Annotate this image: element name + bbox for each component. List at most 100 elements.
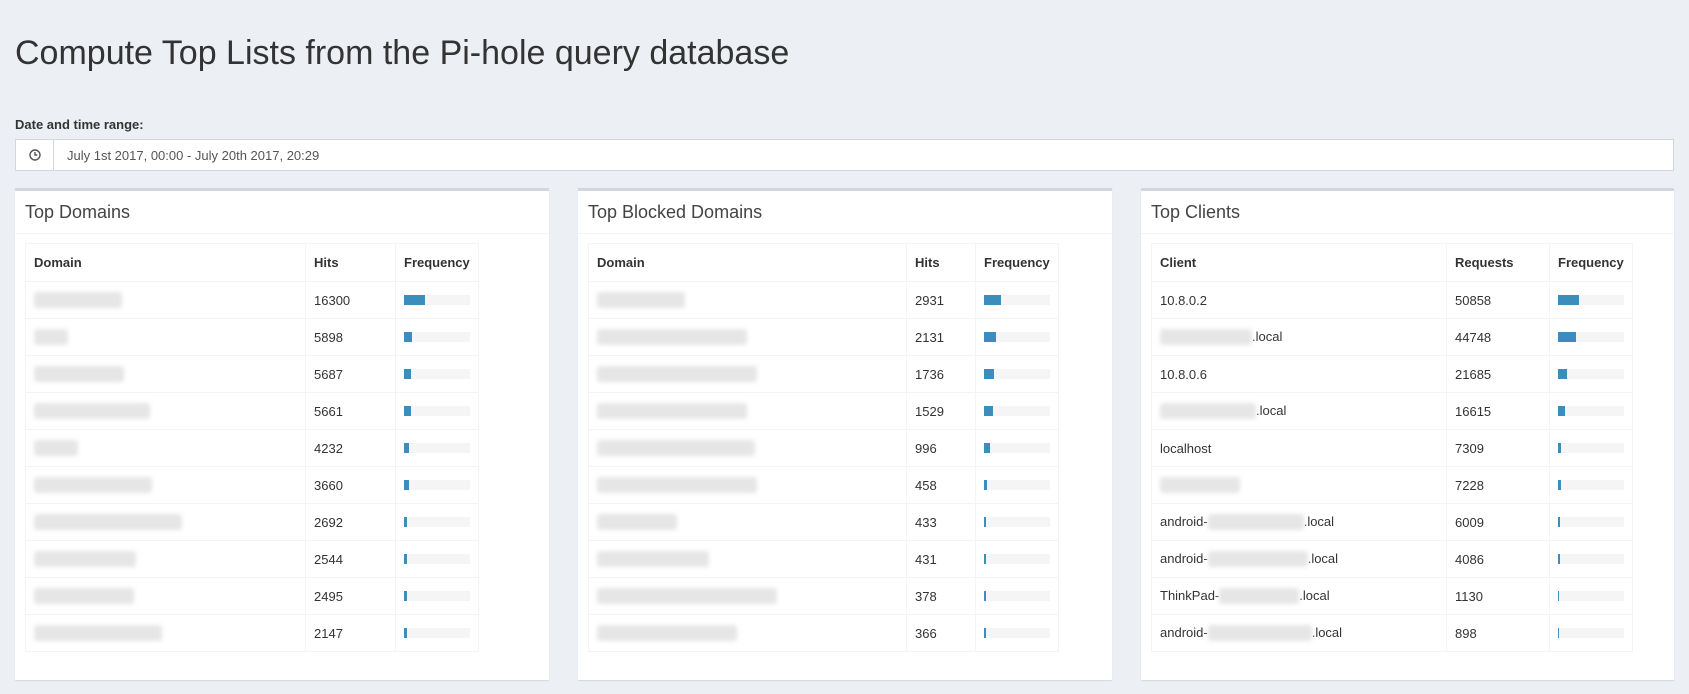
domain-cell[interactable] [588,429,907,467]
date-range-input[interactable] [54,140,1673,170]
frequency-cell [975,355,1059,393]
top-blocked-domains-header: Top Blocked Domains [578,191,1112,234]
frequency-bar [404,517,408,527]
frequency-progress [1558,369,1624,379]
client-cell[interactable]: ThinkPad- .local [1151,577,1447,615]
domain-cell[interactable] [588,503,907,541]
redacted-text [1207,625,1312,642]
client-cell[interactable]: .local [1151,318,1447,356]
hits-cell: 2692 [305,503,396,541]
column-header-hits[interactable]: Hits [305,243,396,282]
client-cell[interactable] [1151,466,1447,504]
frequency-cell [395,577,479,615]
client-cell[interactable]: .local [1151,392,1447,430]
table-row: 996 [588,429,1059,467]
frequency-cell [395,614,479,652]
top-domains-title: Top Domains [25,202,131,222]
client-name-prefix: android- [1160,550,1208,566]
domain-cell[interactable] [588,466,907,504]
frequency-bar [984,554,987,564]
frequency-progress [404,369,470,379]
hits-cell: 1736 [906,355,976,393]
frequency-progress [984,628,1050,638]
redacted-text [597,514,677,531]
frequency-cell [975,503,1059,541]
client-cell[interactable]: android- .local [1151,614,1447,652]
table-row: 1736 [588,355,1059,393]
domain-cell[interactable] [25,429,306,467]
frequency-cell [975,540,1059,578]
column-header-requests[interactable]: Requests [1446,243,1550,282]
client-cell[interactable]: 10.8.0.6 [1151,355,1447,393]
column-header-domain[interactable]: Domain [25,243,306,282]
clock-icon[interactable] [16,140,54,170]
requests-cell: 6009 [1446,503,1550,541]
redacted-text [1207,551,1308,568]
domain-cell[interactable] [25,466,306,504]
domain-cell[interactable] [25,503,306,541]
client-cell[interactable]: android- .local [1151,503,1447,541]
redacted-text [34,292,122,309]
frequency-bar [404,295,426,305]
client-cell[interactable]: 10.8.0.2 [1151,281,1447,319]
frequency-cell [975,318,1059,356]
table-row: 5687 [25,355,479,393]
hits-cell: 366 [906,614,976,652]
column-header-domain[interactable]: Domain [588,243,907,282]
frequency-cell [395,466,479,504]
date-range-group[interactable] [15,139,1674,171]
table-row: 2544 [25,540,479,578]
domain-cell[interactable] [25,355,306,393]
client-cell[interactable]: android- .local [1151,540,1447,578]
top-clients-title: Top Clients [1151,202,1241,222]
domain-cell[interactable] [25,540,306,578]
domain-cell[interactable] [25,577,306,615]
domain-cell[interactable] [588,355,907,393]
frequency-bar [1558,369,1567,379]
domain-cell[interactable] [588,577,907,615]
frequency-progress [1558,517,1624,527]
client-cell[interactable]: localhost [1151,429,1447,467]
client-name-prefix: android- [1160,624,1208,640]
frequency-cell [395,540,479,578]
frequency-cell [1549,466,1633,504]
frequency-cell [395,318,479,356]
table-row: 378 [588,577,1059,615]
column-header-frequency[interactable]: Frequency [1549,243,1633,282]
redacted-text [34,514,182,531]
frequency-progress [404,480,470,490]
domain-cell[interactable] [25,614,306,652]
frequency-progress [1558,332,1624,342]
frequency-progress [984,480,1050,490]
client-name-prefix: ThinkPad- [1160,587,1220,603]
table-row: .local 16615 [1151,392,1633,430]
hits-cell: 2931 [906,281,976,319]
domain-cell[interactable] [588,540,907,578]
domain-cell[interactable] [25,392,306,430]
frequency-bar [404,443,410,453]
frequency-bar [404,406,412,416]
frequency-cell [1549,392,1633,430]
frequency-bar [404,591,408,601]
domain-cell[interactable] [588,281,907,319]
domain-cell[interactable] [588,392,907,430]
frequency-progress [404,517,470,527]
domain-cell[interactable] [588,318,907,356]
table-row: ThinkPad- .local 1130 [1151,577,1633,615]
table-row: android- .local 898 [1151,614,1633,652]
domain-cell[interactable] [25,281,306,319]
frequency-progress [984,554,1050,564]
client-name-suffix: .local [1256,402,1287,418]
column-header-hits[interactable]: Hits [906,243,976,282]
hits-cell: 3660 [305,466,396,504]
domain-cell[interactable] [25,318,306,356]
frequency-cell [1549,355,1633,393]
column-header-frequency[interactable]: Frequency [975,243,1059,282]
frequency-progress [1558,628,1624,638]
domain-cell[interactable] [588,614,907,652]
column-header-frequency[interactable]: Frequency [395,243,479,282]
frequency-bar [984,628,987,638]
hits-cell: 2131 [906,318,976,356]
redacted-text [34,329,68,346]
column-header-client[interactable]: Client [1151,243,1447,282]
